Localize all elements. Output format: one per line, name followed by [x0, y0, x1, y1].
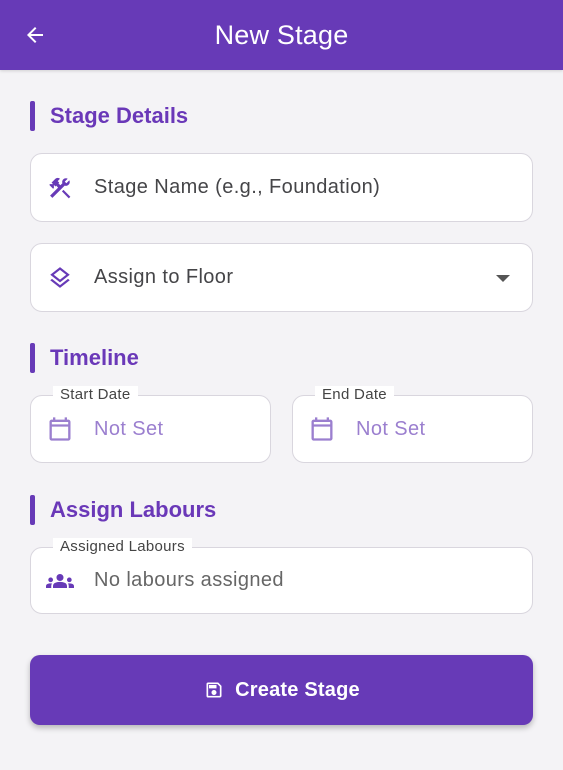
section-title-text: Assign Labours	[50, 497, 217, 522]
section-title-text: Stage Details	[50, 103, 189, 128]
back-button[interactable]	[22, 22, 48, 48]
layers-icon	[46, 264, 74, 292]
assigned-labours-value: No labours assigned	[94, 569, 284, 591]
construction-tools-icon	[46, 174, 74, 202]
calendar-icon	[46, 415, 74, 443]
end-date-field[interactable]: End Date Not Set	[292, 386, 533, 463]
groups-icon	[46, 567, 74, 595]
start-date-value: Not Set	[94, 417, 164, 440]
create-stage-button[interactable]: Create Stage	[30, 655, 533, 725]
end-date-label: End Date	[315, 386, 394, 403]
end-date-value: Not Set	[356, 417, 426, 440]
section-title-text: Timeline	[50, 345, 139, 370]
assigned-labours-label: Assigned Labours	[53, 538, 192, 555]
calendar-icon	[308, 415, 336, 443]
create-stage-label: Create Stage	[235, 678, 360, 701]
arrow-back-icon	[27, 27, 43, 43]
page-title: New Stage	[214, 19, 349, 50]
assign-floor-select[interactable]: Assign to Floor	[30, 243, 533, 312]
section-accent-bar	[30, 343, 35, 373]
assigned-labours-field[interactable]: Assigned Labours No labours assigned	[30, 538, 533, 614]
stage-name-input[interactable]: Stage Name (e.g., Foundation)	[30, 153, 533, 222]
assign-floor-value: Assign to Floor	[94, 266, 234, 288]
start-date-field[interactable]: Start Date Not Set	[30, 386, 271, 463]
start-date-label: Start Date	[53, 386, 138, 403]
stage-name-placeholder: Stage Name (e.g., Foundation)	[94, 176, 381, 198]
section-timeline: Timeline	[30, 343, 139, 373]
app-bar: New Stage	[0, 0, 563, 70]
save-icon	[203, 679, 225, 701]
section-accent-bar	[30, 101, 35, 131]
section-accent-bar	[30, 495, 35, 525]
section-stage-details: Stage Details	[30, 101, 188, 131]
dropdown-arrow-icon	[496, 275, 510, 282]
section-assign-labours: Assign Labours	[30, 495, 216, 525]
